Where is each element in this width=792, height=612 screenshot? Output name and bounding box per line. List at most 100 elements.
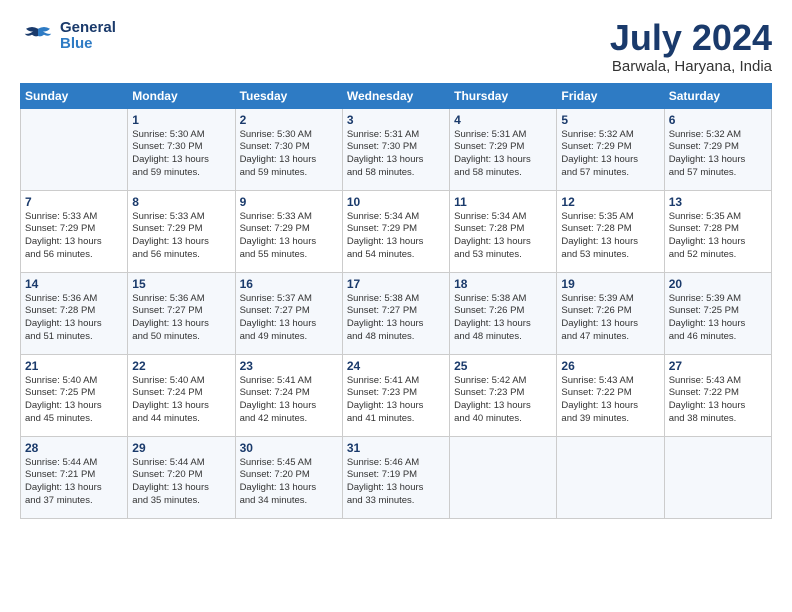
cell-info: Sunrise: 5:39 AM Sunset: 7:25 PM Dayligh… [669,293,767,344]
calendar-cell: 18Sunrise: 5:38 AM Sunset: 7:26 PM Dayli… [450,272,557,354]
day-number: 23 [240,359,338,373]
day-number: 22 [132,359,230,373]
calendar-cell: 12 Sunrise: 5:35 AM Sunset: 7:28 PM Dayli… [557,190,664,272]
cell-info: Sunrise: 5:36 AM Sunset: 7:28 PM Dayligh… [25,293,123,344]
day-number: 3 [347,113,445,127]
cell-info: Sunrise: 5:39 AM Sunset: 7:26 PM Dayligh… [561,293,659,344]
cell-info: Sunrise: 5:35 AM Sunset: 7:28 PM Dayligh… [561,211,659,262]
day-number: 13 [669,195,767,209]
cell-info: Sunrise: 5:35 AM Sunset: 7:28 PM Dayligh… [669,211,767,262]
day-number: 29 [132,441,230,455]
calendar-cell: 2Sunrise: 5:30 AM Sunset: 7:30 PM Daylig… [235,108,342,190]
day-number: 25 [454,359,552,373]
cell-info: Sunrise: 5:33 AM Sunset: 7:29 PM Dayligh… [25,211,123,262]
cell-info: Sunrise: 5:40 AM Sunset: 7:25 PM Dayligh… [25,375,123,426]
week-row: 1Sunrise: 5:30 AM Sunset: 7:30 PM Daylig… [21,108,772,190]
calendar-cell: 19 Sunrise: 5:39 AM Sunset: 7:26 PM Dayli… [557,272,664,354]
subtitle: Barwala, Haryana, India [610,58,772,75]
calendar-cell: 27Sunrise: 5:43 AM Sunset: 7:22 PM Dayli… [664,354,771,436]
day-number: 26 [561,359,659,373]
calendar-cell: 6Sunrise: 5:32 AM Sunset: 7:29 PM Daylig… [664,108,771,190]
cell-info: Sunrise: 5:40 AM Sunset: 7:24 PM Dayligh… [132,375,230,426]
calendar-cell: 25 Sunrise: 5:42 AM Sunset: 7:23 PM Dayli… [450,354,557,436]
cell-info: Sunrise: 5:31 AM Sunset: 7:29 PM Dayligh… [454,129,552,180]
day-number: 6 [669,113,767,127]
calendar-cell: 3Sunrise: 5:31 AM Sunset: 7:30 PM Daylig… [342,108,449,190]
cell-info: Sunrise: 5:34 AM Sunset: 7:29 PM Dayligh… [347,211,445,262]
calendar-cell: 30Sunrise: 5:45 AM Sunset: 7:20 PM Dayli… [235,436,342,518]
logo-bird-icon [20,18,56,54]
cell-info: Sunrise: 5:36 AM Sunset: 7:27 PM Dayligh… [132,293,230,344]
day-number: 11 [454,195,552,209]
logo-container: General Blue [20,18,116,54]
cell-info: Sunrise: 5:41 AM Sunset: 7:24 PM Dayligh… [240,375,338,426]
week-row: 14Sunrise: 5:36 AM Sunset: 7:28 PM Dayli… [21,272,772,354]
logo: General Blue [20,18,116,54]
day-number: 17 [347,277,445,291]
cell-info: Sunrise: 5:32 AM Sunset: 7:29 PM Dayligh… [561,129,659,180]
day-number: 19 [561,277,659,291]
day-number: 15 [132,277,230,291]
col-header-wednesday: Wednesday [342,83,449,108]
calendar-cell: 17 Sunrise: 5:38 AM Sunset: 7:27 PM Dayli… [342,272,449,354]
day-number: 21 [25,359,123,373]
calendar-cell: 16 Sunrise: 5:37 AM Sunset: 7:27 PM Dayli… [235,272,342,354]
logo-blue-text: Blue [60,36,116,53]
cell-info: Sunrise: 5:30 AM Sunset: 7:30 PM Dayligh… [132,129,230,180]
col-header-thursday: Thursday [450,83,557,108]
calendar-cell: 22 Sunrise: 5:40 AM Sunset: 7:24 PM Dayli… [128,354,235,436]
cell-info: Sunrise: 5:46 AM Sunset: 7:19 PM Dayligh… [347,457,445,508]
title-block: July 2024 Barwala, Haryana, India [610,18,772,75]
cell-info: Sunrise: 5:44 AM Sunset: 7:20 PM Dayligh… [132,457,230,508]
cell-info: Sunrise: 5:42 AM Sunset: 7:23 PM Dayligh… [454,375,552,426]
calendar-cell: 10 Sunrise: 5:34 AM Sunset: 7:29 PM Dayli… [342,190,449,272]
cell-info: Sunrise: 5:38 AM Sunset: 7:26 PM Dayligh… [454,293,552,344]
cell-info: Sunrise: 5:45 AM Sunset: 7:20 PM Dayligh… [240,457,338,508]
cell-info: Sunrise: 5:33 AM Sunset: 7:29 PM Dayligh… [240,211,338,262]
col-header-monday: Monday [128,83,235,108]
cell-info: Sunrise: 5:43 AM Sunset: 7:22 PM Dayligh… [561,375,659,426]
week-row: 28 Sunrise: 5:44 AM Sunset: 7:21 PM Dayli… [21,436,772,518]
col-header-friday: Friday [557,83,664,108]
day-number: 12 [561,195,659,209]
col-header-sunday: Sunday [21,83,128,108]
calendar-cell [664,436,771,518]
day-number: 28 [25,441,123,455]
day-number: 20 [669,277,767,291]
calendar-cell: 11Sunrise: 5:34 AM Sunset: 7:28 PM Dayli… [450,190,557,272]
main-title: July 2024 [610,18,772,58]
day-number: 10 [347,195,445,209]
calendar-cell [450,436,557,518]
calendar-cell: 14Sunrise: 5:36 AM Sunset: 7:28 PM Dayli… [21,272,128,354]
calendar-table: SundayMondayTuesdayWednesdayThursdayFrid… [20,83,772,519]
day-number: 16 [240,277,338,291]
cell-info: Sunrise: 5:38 AM Sunset: 7:27 PM Dayligh… [347,293,445,344]
day-number: 4 [454,113,552,127]
calendar-cell: 23 Sunrise: 5:41 AM Sunset: 7:24 PM Dayli… [235,354,342,436]
page: General Blue July 2024 Barwala, Haryana,… [0,0,792,612]
calendar-cell: 7 Sunrise: 5:33 AM Sunset: 7:29 PM Daylig… [21,190,128,272]
calendar-cell [557,436,664,518]
calendar-cell: 1Sunrise: 5:30 AM Sunset: 7:30 PM Daylig… [128,108,235,190]
cell-info: Sunrise: 5:37 AM Sunset: 7:27 PM Dayligh… [240,293,338,344]
cell-info: Sunrise: 5:44 AM Sunset: 7:21 PM Dayligh… [25,457,123,508]
cell-info: Sunrise: 5:33 AM Sunset: 7:29 PM Dayligh… [132,211,230,262]
calendar-cell: 13 Sunrise: 5:35 AM Sunset: 7:28 PM Dayli… [664,190,771,272]
logo-general-text: General [60,20,116,37]
cell-info: Sunrise: 5:41 AM Sunset: 7:23 PM Dayligh… [347,375,445,426]
calendar-cell: 5Sunrise: 5:32 AM Sunset: 7:29 PM Daylig… [557,108,664,190]
day-number: 7 [25,195,123,209]
col-header-tuesday: Tuesday [235,83,342,108]
calendar-cell: 4 Sunrise: 5:31 AM Sunset: 7:29 PM Daylig… [450,108,557,190]
col-header-saturday: Saturday [664,83,771,108]
calendar-cell: 29 Sunrise: 5:44 AM Sunset: 7:20 PM Dayli… [128,436,235,518]
calendar-cell: 28 Sunrise: 5:44 AM Sunset: 7:21 PM Dayli… [21,436,128,518]
calendar-cell: 26 Sunrise: 5:43 AM Sunset: 7:22 PM Dayli… [557,354,664,436]
day-number: 9 [240,195,338,209]
day-number: 24 [347,359,445,373]
week-row: 21 Sunrise: 5:40 AM Sunset: 7:25 PM Dayli… [21,354,772,436]
calendar-cell: 8Sunrise: 5:33 AM Sunset: 7:29 PM Daylig… [128,190,235,272]
calendar-cell: 9 Sunrise: 5:33 AM Sunset: 7:29 PM Daylig… [235,190,342,272]
header-row: SundayMondayTuesdayWednesdayThursdayFrid… [21,83,772,108]
calendar-cell [21,108,128,190]
